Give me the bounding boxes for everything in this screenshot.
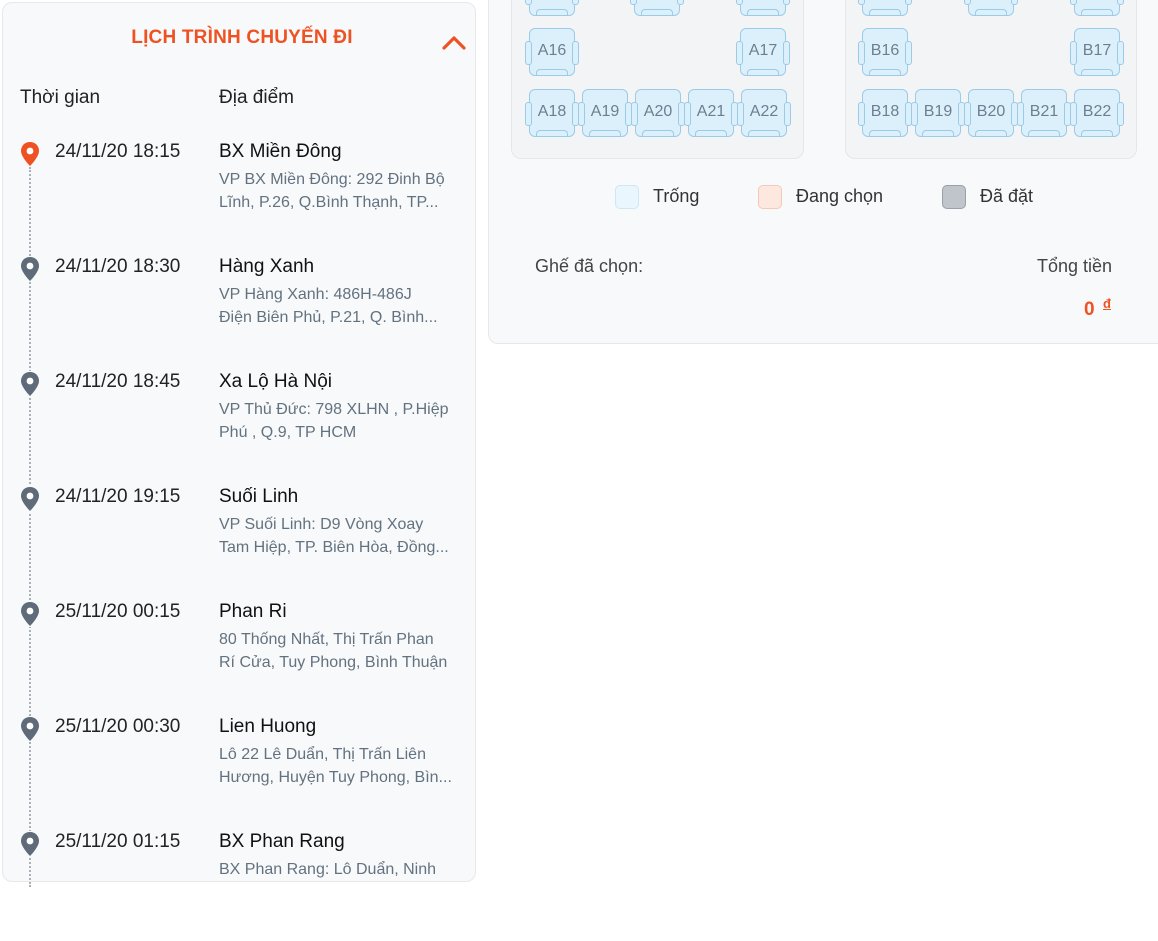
- legend-booked-swatch: [942, 185, 966, 209]
- seat-B17[interactable]: B17: [1070, 28, 1124, 76]
- stop-time: 25/11/20 00:30: [55, 716, 181, 737]
- legend-empty-label: Trống: [653, 186, 700, 206]
- stop-time: 24/11/20 18:45: [55, 371, 181, 392]
- stop-item: 25/11/20 00:30 Lien Huong Lô 22 Lê Duẩn,…: [3, 716, 477, 826]
- seat-partial[interactable]: [525, 0, 579, 16]
- total-price-label: Tổng tiền: [1037, 256, 1113, 276]
- currency-symbol: đ: [1103, 296, 1111, 311]
- seat-A18[interactable]: A18: [525, 89, 579, 137]
- seat-partial[interactable]: [858, 0, 912, 16]
- collapse-chevron-up-icon[interactable]: [439, 29, 469, 55]
- stop-time: 25/11/20 01:15: [55, 831, 181, 852]
- itinerary-panel: LỊCH TRÌNH CHUYẾN ĐI Thời gian Địa điểm …: [2, 2, 477, 887]
- seat-B19[interactable]: B19: [911, 89, 965, 137]
- location-pin-icon: [19, 256, 41, 282]
- stop-place: BX Miền Đông: [219, 141, 342, 162]
- seat-B20[interactable]: B20: [964, 89, 1018, 137]
- seat-A20[interactable]: A20: [631, 89, 685, 137]
- stop-place: Lien Huong: [219, 716, 317, 737]
- stop-place: Phan Ri: [219, 601, 287, 622]
- stop-time: 24/11/20 18:15: [55, 141, 181, 162]
- seat-A17[interactable]: A17: [736, 28, 790, 76]
- stop-item: 24/11/20 19:15 Suối Linh VP Suối Linh: D…: [3, 486, 477, 596]
- location-pin-icon: [19, 371, 41, 397]
- place-column-header: Địa điểm: [219, 87, 294, 108]
- legend-selecting-label: Đang chọn: [796, 186, 884, 206]
- stop-place: Suối Linh: [219, 486, 299, 507]
- selected-seats-label: Ghế đã chọn:: [535, 256, 644, 276]
- stop-place: Xa Lộ Hà Nội: [219, 371, 333, 392]
- total-price-value: 0: [1084, 299, 1095, 320]
- time-column-header: Thời gian: [20, 87, 101, 108]
- seat-partial[interactable]: [1070, 0, 1124, 16]
- seat-B22[interactable]: B22: [1070, 89, 1124, 137]
- stop-item: 24/11/20 18:45 Xa Lộ Hà Nội VP Thủ Đức: …: [3, 371, 477, 481]
- stop-item: 24/11/20 18:30 Hàng Xanh VP Hàng Xanh: 4…: [3, 256, 477, 366]
- seat-A21[interactable]: A21: [684, 89, 738, 137]
- stop-item: 25/11/20 01:15 BX Phan Rang BX Phan Rang…: [3, 831, 477, 941]
- stop-item: 25/11/20 00:15 Phan Ri 80 Thống Nhất, Th…: [3, 601, 477, 711]
- seat-B21[interactable]: B21: [1017, 89, 1071, 137]
- seat-B16[interactable]: B16: [858, 28, 912, 76]
- stop-time: 24/11/20 19:15: [55, 486, 181, 507]
- stop-item: 24/11/20 18:15 BX Miền Đông VP BX Miền Đ…: [3, 141, 477, 251]
- seat-partial[interactable]: [630, 0, 684, 16]
- seat-A16[interactable]: A16: [525, 28, 579, 76]
- location-pin-active-icon: [19, 141, 41, 167]
- seat-partial[interactable]: [736, 0, 790, 16]
- stop-address: Lô 22 Lê Duẩn, Thị Trấn Liên Hương, Huyện…: [219, 746, 452, 786]
- stop-address: VP Thủ Đức: 798 XLHN , P.Hiệp Phú , Q.9, …: [219, 401, 449, 441]
- legend-booked-label: Đã đặt: [980, 186, 1034, 206]
- location-pin-icon: [19, 601, 41, 627]
- stop-place: Hàng Xanh: [219, 256, 315, 277]
- legend-empty-swatch: [615, 185, 639, 209]
- location-pin-icon: [19, 716, 41, 742]
- location-pin-icon: [19, 486, 41, 512]
- stop-address: VP BX Miền Đông: 292 Đinh Bộ Lĩnh, P.26, …: [219, 171, 445, 211]
- stop-address: BX Phan Rang: Lô Duẩn, Ninh: [219, 861, 437, 878]
- itinerary-title: LỊCH TRÌNH CHUYẾN ĐI: [131, 27, 353, 48]
- legend-selecting-swatch: [758, 185, 782, 209]
- seat-A22[interactable]: A22: [737, 89, 791, 137]
- stop-place: BX Phan Rang: [219, 831, 345, 852]
- seat-B18[interactable]: B18: [858, 89, 912, 137]
- stop-address: VP Suối Linh: D9 Vòng Xoay Tam Hiệp, TP. …: [219, 516, 449, 556]
- seat-partial[interactable]: [964, 0, 1018, 16]
- stop-address: VP Hàng Xanh: 486H-486J Điện Biên Phủ, P.…: [219, 286, 438, 326]
- stop-address: 80 Thống Nhất, Thị Trấn Phan Rí Cửa, Tuy …: [219, 631, 448, 671]
- location-pin-icon: [19, 831, 41, 857]
- stop-time: 25/11/20 00:15: [55, 601, 181, 622]
- seat-A19[interactable]: A19: [578, 89, 632, 137]
- stop-time: 24/11/20 18:30: [55, 256, 181, 277]
